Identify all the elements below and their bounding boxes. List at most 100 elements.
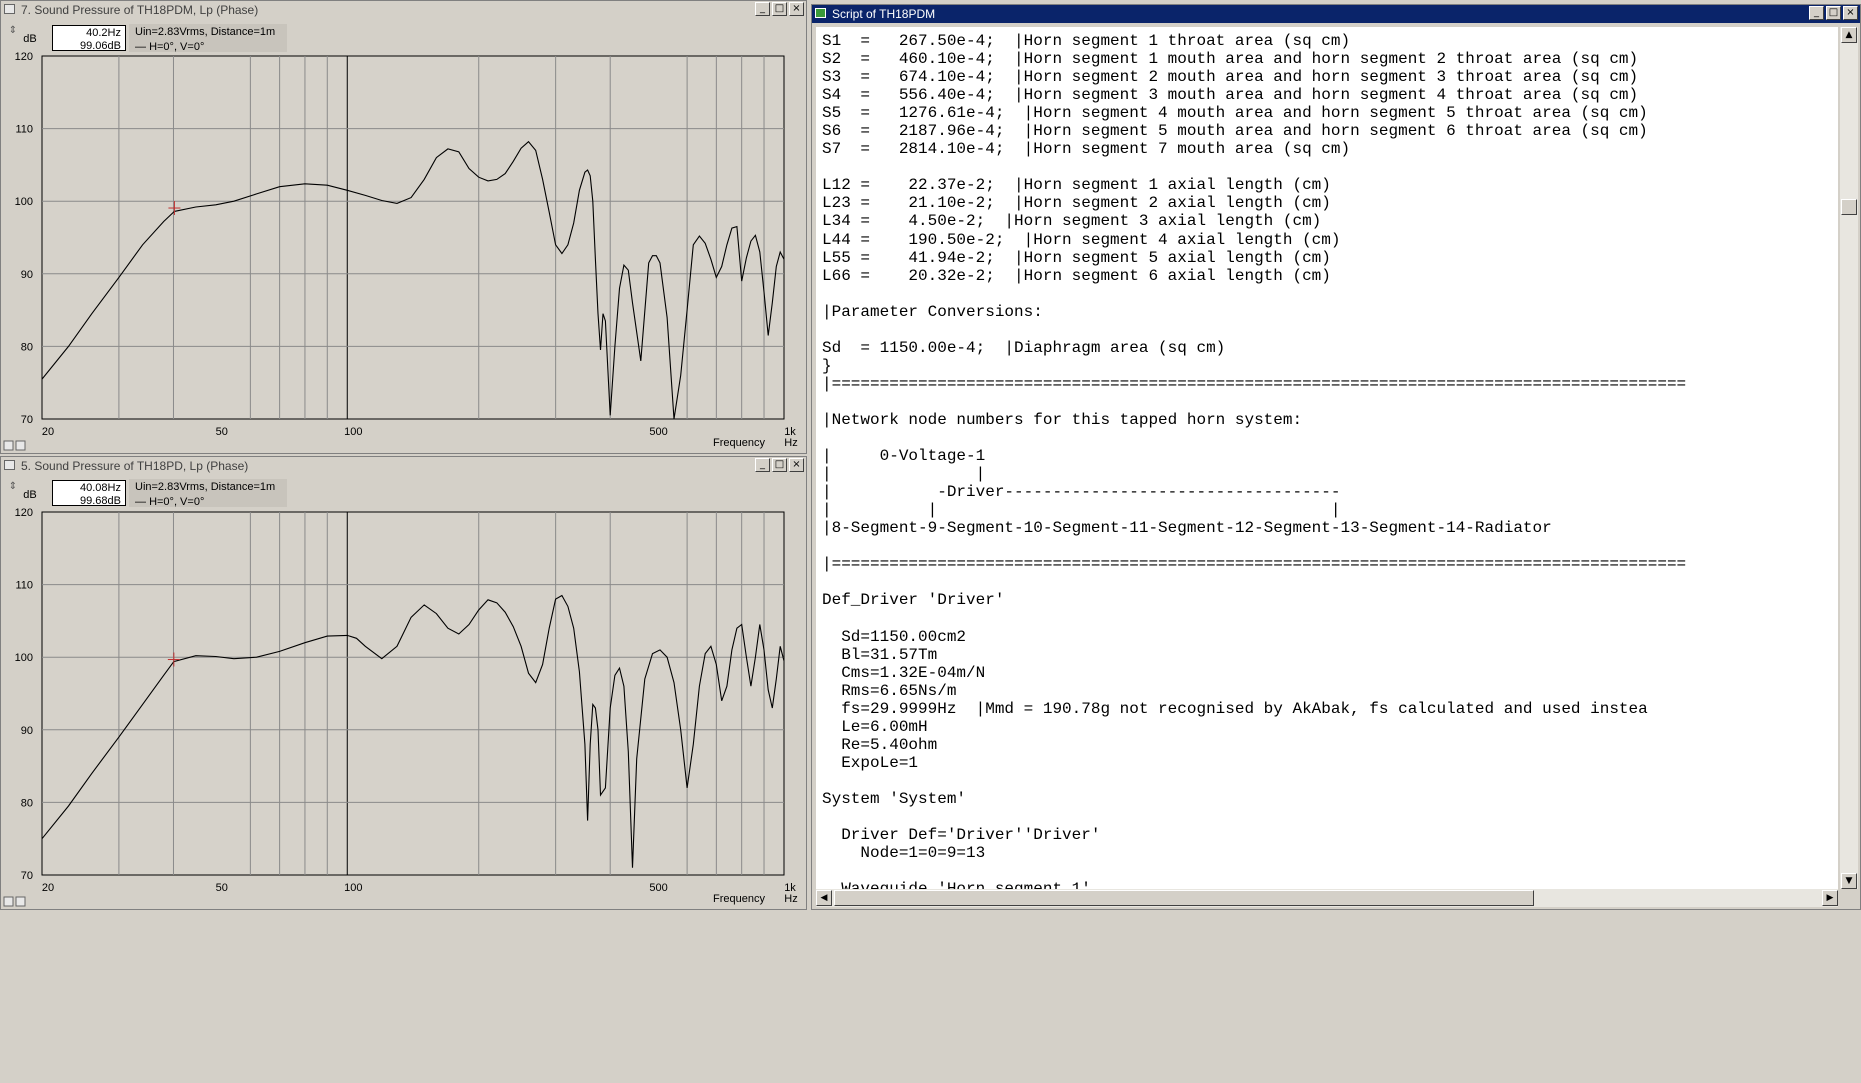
y-tick-label: 90 bbox=[21, 269, 33, 281]
script-line: Rms=6.65Ns/m bbox=[822, 681, 957, 700]
y-tick-label: 110 bbox=[15, 124, 33, 136]
horizontal-scrollbar[interactable]: ◀ ▶ bbox=[816, 889, 1838, 907]
minimize-button[interactable]: _ bbox=[1809, 6, 1824, 20]
chart-window-top-titlebar[interactable]: 7. Sound Pressure of TH18PDM, Lp (Phase)… bbox=[1, 1, 806, 19]
script-text[interactable]: S1 = 267.50e-4; |Horn segment 1 throat a… bbox=[816, 27, 1838, 889]
x-axis-label: Frequency bbox=[713, 893, 765, 905]
script-line: |8-Segment-9-Segment-10-Segment-11-Segme… bbox=[822, 519, 1552, 538]
script-line: S4 = 556.40e-4; |Horn segment 3 mouth ar… bbox=[822, 86, 1639, 105]
script-line: S1 = 267.50e-4; |Horn segment 1 throat a… bbox=[822, 32, 1351, 50]
readout-level: 99.06dB bbox=[80, 40, 121, 52]
script-window-titlebar[interactable]: Script of TH18PDM _ □ × bbox=[812, 5, 1860, 23]
script-line: | -Driver-------------------------------… bbox=[822, 483, 1341, 502]
cursor-readout: 40.2Hz 99.06dB bbox=[52, 25, 126, 52]
close-button[interactable]: × bbox=[789, 458, 804, 472]
script-line bbox=[822, 610, 1838, 628]
minimize-button[interactable]: _ bbox=[755, 458, 770, 472]
script-line: ExpoLe=1 bbox=[822, 753, 919, 772]
vertical-scrollbar[interactable]: ▲ ▼ bbox=[1840, 27, 1858, 889]
chart-window-bottom-titlebar[interactable]: 5. Sound Pressure of TH18PD, Lp (Phase) … bbox=[1, 457, 806, 475]
script-line: Sd=1150.00cm2 bbox=[822, 627, 967, 646]
readout-frequency: 40.08Hz bbox=[80, 482, 121, 494]
x-tick-label: 20 bbox=[42, 882, 54, 894]
scroll-left-button[interactable]: ◀ bbox=[816, 890, 832, 906]
script-line: S5 = 1276.61e-4; |Horn segment 4 mouth a… bbox=[822, 104, 1648, 123]
script-line: L12 = 22.37e-2; |Horn segment 1 axial le… bbox=[822, 176, 1331, 195]
x-tick-label: 100 bbox=[344, 882, 362, 894]
chart-legend: Uin=2.83Vrms, Distance=1m — H=0°, V=0° bbox=[129, 24, 287, 53]
x-axis-unit: Hz bbox=[784, 437, 797, 449]
scroll-down-button[interactable]: ▼ bbox=[1841, 873, 1857, 889]
script-line: L55 = 41.94e-2; |Horn segment 5 axial le… bbox=[822, 248, 1331, 267]
x-tick-label: 500 bbox=[649, 426, 667, 438]
scroll-up-button[interactable]: ▲ bbox=[1841, 27, 1857, 43]
maximize-button[interactable]: □ bbox=[772, 458, 787, 472]
script-line: | 0-Voltage-1 bbox=[822, 447, 986, 466]
y-scroll-arrows-icon[interactable]: ⇕ bbox=[9, 25, 17, 36]
legend-conditions: Uin=2.83Vrms, Distance=1m bbox=[135, 481, 276, 493]
chart-legend: Uin=2.83Vrms, Distance=1m — H=0°, V=0° bbox=[129, 479, 287, 508]
script-line bbox=[822, 429, 1838, 447]
vertical-scroll-thumb[interactable] bbox=[1841, 199, 1857, 215]
maximize-button[interactable]: □ bbox=[772, 2, 787, 16]
script-line: |Parameter Conversions: bbox=[822, 302, 1043, 321]
x-tick-label: 20 bbox=[42, 426, 54, 438]
script-window-title: Script of TH18PDM bbox=[832, 7, 936, 21]
script-line: S2 = 460.10e-4; |Horn segment 1 mouth ar… bbox=[822, 50, 1639, 69]
y-tick-label: 110 bbox=[15, 580, 33, 592]
chart-window-title: 7. Sound Pressure of TH18PDM, Lp (Phase) bbox=[21, 3, 259, 17]
y-tick-label: 120 bbox=[15, 507, 33, 519]
view-option-icon[interactable] bbox=[15, 440, 26, 451]
y-axis-unit: dB bbox=[23, 489, 36, 501]
script-line bbox=[822, 772, 1838, 790]
maximize-button[interactable]: □ bbox=[1826, 6, 1841, 20]
script-line: | | bbox=[822, 465, 986, 484]
script-line: Re=5.40ohm bbox=[822, 735, 938, 754]
spl-chart[interactable]: 12011010090807020 50 100 500 1kdBFrequency Hz… bbox=[1, 19, 806, 455]
legend-conditions: Uin=2.83Vrms, Distance=1m bbox=[135, 26, 276, 38]
legend-angle-text: H=0°, V=0° bbox=[149, 41, 205, 53]
x-axis-unit: Hz bbox=[784, 893, 797, 905]
script-line: } bbox=[822, 356, 832, 375]
script-line: |Network node numbers for this tapped ho… bbox=[822, 410, 1303, 429]
chart-area-top[interactable]: 120 110 100 90 80 70 20 50 100 500 1k dB Frequency Hz… bbox=[1, 19, 806, 453]
chart-area-bottom[interactable]: 120 110 100 90 80 70 20 50 100 500 1k dB Frequency Hz… bbox=[1, 475, 806, 909]
view-option-icon[interactable] bbox=[3, 896, 14, 907]
y-tick-label: 100 bbox=[15, 196, 33, 208]
horizontal-scroll-thumb[interactable] bbox=[834, 890, 1534, 906]
view-option-icon[interactable] bbox=[3, 440, 14, 451]
chart-window-title: 5. Sound Pressure of TH18PD, Lp (Phase) bbox=[21, 459, 249, 473]
script-line bbox=[822, 573, 1838, 591]
script-line: |=======================================… bbox=[822, 555, 1687, 574]
script-editor[interactable]: S1 = 267.50e-4; |Horn segment 1 throat a… bbox=[816, 27, 1838, 889]
close-button[interactable]: × bbox=[1843, 6, 1858, 20]
minimize-button[interactable]: _ bbox=[755, 2, 770, 16]
scroll-right-button[interactable]: ▶ bbox=[1822, 890, 1838, 906]
plot-background bbox=[41, 511, 785, 876]
y-tick-label: 90 bbox=[21, 725, 33, 737]
chart-window-bottom[interactable]: 5. Sound Pressure of TH18PD, Lp (Phase) … bbox=[0, 456, 807, 910]
close-button[interactable]: × bbox=[789, 2, 804, 16]
spl-chart[interactable]: 12011010090807020 50 100 500 1kdBFrequency Hz… bbox=[1, 475, 806, 911]
script-line bbox=[822, 862, 1838, 880]
y-tick-label: 70 bbox=[21, 414, 33, 426]
y-scroll-arrows-icon[interactable]: ⇕ bbox=[9, 481, 17, 492]
script-line: Def_Driver 'Driver' bbox=[822, 591, 1005, 610]
script-line: L23 = 21.10e-2; |Horn segment 2 axial le… bbox=[822, 194, 1331, 213]
x-axis-label: Frequency bbox=[713, 437, 765, 449]
x-tick-label: 500 bbox=[649, 882, 667, 894]
script-line bbox=[822, 393, 1838, 411]
script-line: Sd = 1150.00e-4; |Diaphragm area (sq cm) bbox=[822, 338, 1226, 357]
view-option-icon[interactable] bbox=[15, 896, 26, 907]
script-line bbox=[822, 537, 1838, 555]
script-line: S7 = 2814.10e-4; |Horn segment 7 mouth a… bbox=[822, 140, 1351, 159]
script-window[interactable]: Script of TH18PDM _ □ × S1 = 267.50e-4; … bbox=[811, 4, 1861, 910]
legend-angle-text: H=0°, V=0° bbox=[149, 496, 205, 508]
script-line: Bl=31.57Tm bbox=[822, 645, 938, 664]
script-window-icon bbox=[815, 8, 826, 18]
chart-window-top[interactable]: 7. Sound Pressure of TH18PDM, Lp (Phase)… bbox=[0, 0, 807, 454]
script-line: Waveguide 'Horn segment 1' bbox=[822, 880, 1838, 889]
y-tick-label: 100 bbox=[15, 652, 33, 664]
script-line: | | | bbox=[822, 501, 1341, 520]
plot-background bbox=[41, 55, 785, 420]
